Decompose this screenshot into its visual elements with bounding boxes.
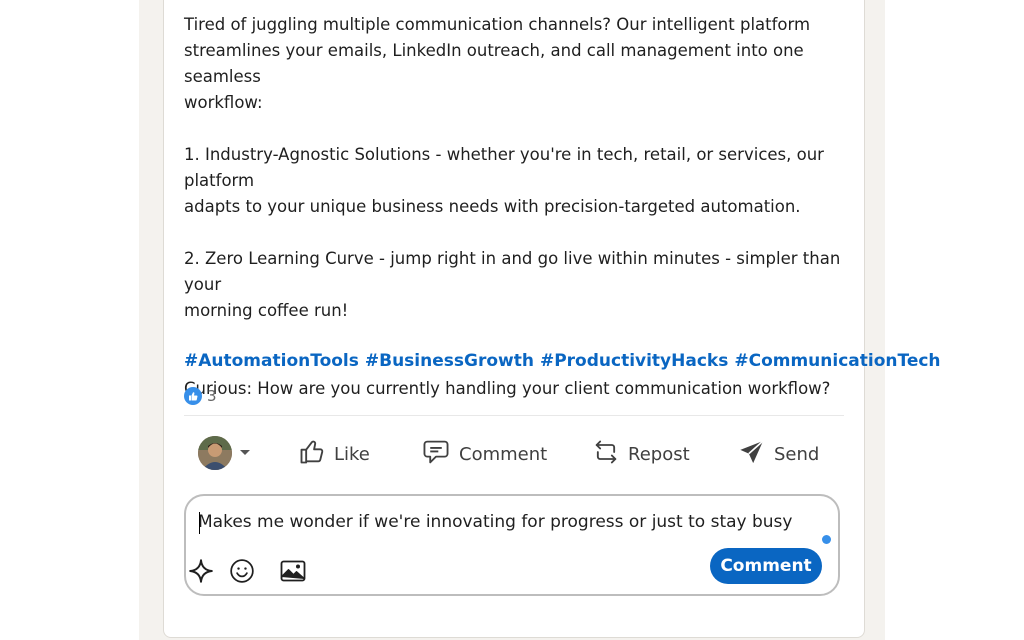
like-reaction-icon: [184, 387, 202, 405]
comment-input[interactable]: Makes me wonder if we're innovating for …: [198, 510, 798, 534]
send-icon: [738, 438, 766, 471]
reactions-summary[interactable]: 3: [184, 384, 217, 408]
hashtag-link[interactable]: #CommunicationTech: [734, 351, 940, 371]
comment-action-label: Comment: [459, 443, 548, 465]
emoji-icon[interactable]: [227, 556, 257, 586]
reaction-count: 3: [207, 387, 217, 405]
sparkle-icon[interactable]: [186, 556, 216, 586]
actor-selector[interactable]: [198, 436, 252, 470]
status-dot: [822, 535, 831, 544]
comment-action-button[interactable]: Comment: [421, 430, 547, 478]
like-label: Like: [334, 443, 370, 465]
repost-icon: [592, 438, 620, 471]
comment-composer[interactable]: Makes me wonder if we're innovating for …: [184, 494, 840, 596]
hashtag-link[interactable]: #BusinessGrowth: [365, 351, 534, 371]
like-icon: [298, 438, 326, 471]
hashtag-link[interactable]: #AutomationTools: [184, 351, 359, 371]
post-hashtags: #AutomationTools #BusinessGrowth #Producti…: [184, 348, 941, 374]
hashtag-link[interactable]: #ProductivityHacks: [540, 351, 728, 371]
chevron-down-icon: [238, 444, 252, 463]
like-button[interactable]: Like: [298, 430, 370, 478]
repost-button[interactable]: Repost: [592, 430, 690, 478]
comment-icon: [421, 438, 451, 471]
text-caret: [199, 512, 200, 534]
repost-label: Repost: [628, 443, 690, 465]
send-label: Send: [774, 443, 820, 465]
submit-comment-button[interactable]: Comment: [710, 548, 822, 584]
post-actions-bar: Like Comment Repost Send: [184, 430, 844, 478]
send-button[interactable]: Send: [738, 430, 819, 478]
post-body: Tired of juggling multiple communication…: [184, 15, 841, 398]
divider: [184, 415, 844, 416]
avatar: [198, 436, 232, 470]
image-icon[interactable]: [278, 556, 308, 586]
